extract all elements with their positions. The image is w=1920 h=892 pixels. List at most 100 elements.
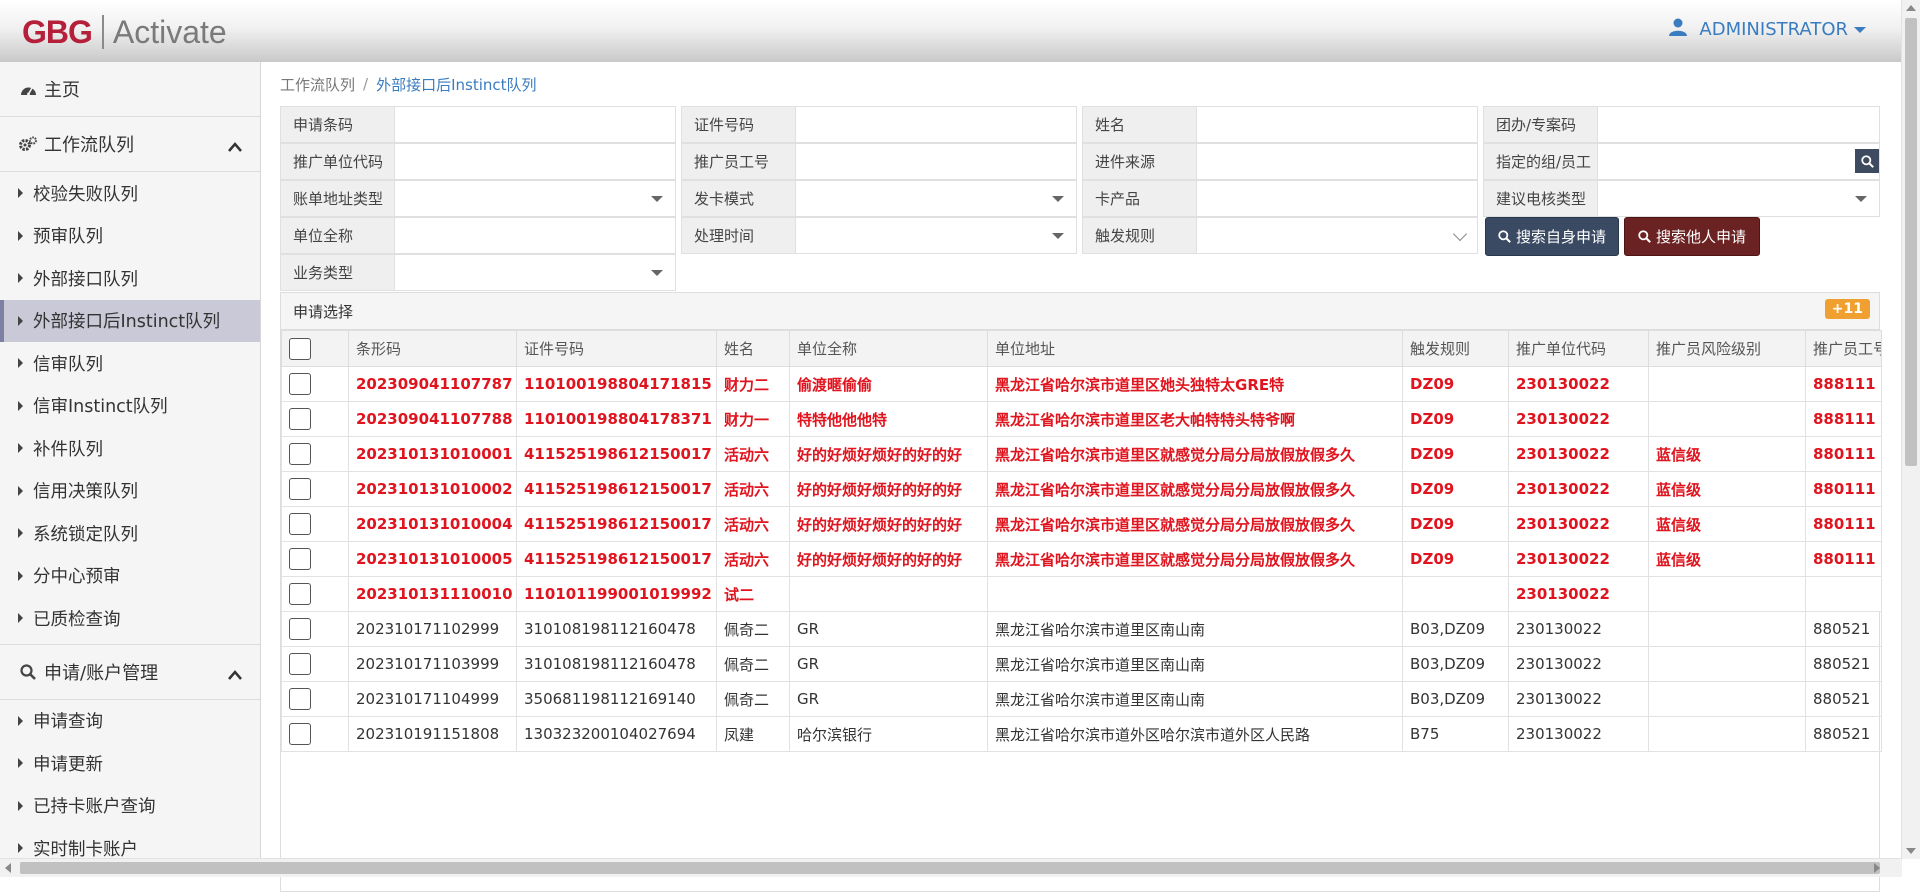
column-header[interactable]: 触发规则 — [1402, 330, 1509, 367]
row-checkbox[interactable] — [289, 723, 311, 745]
column-header[interactable]: 条形码 — [348, 330, 517, 367]
issue-mode-select[interactable] — [796, 181, 1076, 216]
table-cell: 特特他他他特 — [789, 401, 988, 437]
table-cell: 411525198612150017 — [516, 541, 717, 577]
table-cell — [1648, 611, 1806, 647]
row-checkbox[interactable] — [289, 548, 311, 570]
dropdown-arrow-icon — [1855, 196, 1867, 202]
sidebar-item-external-instinct[interactable]: 外部接口后Instinct队列 — [0, 299, 260, 342]
promo-unit-code-input[interactable] — [395, 144, 675, 179]
search-others-button[interactable]: 搜索他人申请 — [1624, 217, 1760, 256]
sidebar-item-branch-pre-review[interactable]: 分中心预审 — [0, 555, 260, 598]
table-cell: 财力一 — [716, 401, 790, 437]
scroll-right-arrow-icon[interactable] — [1874, 863, 1880, 873]
table-cell: 202309041107788 — [348, 401, 517, 437]
row-checkbox[interactable] — [289, 443, 311, 465]
application-barcode-input[interactable] — [395, 107, 675, 142]
column-header[interactable]: 姓名 — [716, 330, 790, 367]
sidebar-item-validation-failed[interactable]: 校验失败队列 — [0, 172, 260, 215]
row-checkbox[interactable] — [289, 373, 311, 395]
sidebar-item-home[interactable]: 主页 — [0, 62, 260, 117]
table-cell: 230130022 — [1508, 576, 1649, 612]
scroll-left-arrow-icon[interactable] — [5, 863, 11, 873]
vertical-scroll-thumb[interactable] — [1905, 18, 1917, 466]
company-name-input[interactable] — [395, 218, 675, 253]
sidebar-item-realtime-card[interactable]: 实时制卡账户 — [0, 827, 260, 859]
horizontal-scroll-thumb[interactable] — [20, 862, 1880, 874]
table-row[interactable]: 202310171103999 310108198112160478 佩奇二 GR 黑龙… — [281, 646, 1882, 682]
table-row[interactable]: 202310131010001 411525198612150017 活动六 好的好烦… — [281, 436, 1882, 472]
sidebar-item-credit-review[interactable]: 信审队列 — [0, 342, 260, 385]
table-cell: 230130022 — [1508, 436, 1649, 472]
field-verify-type: 建议电核类型 — [1483, 180, 1880, 217]
table-row[interactable]: 202310171102999 310108198112160478 佩奇二 GR 黑龙… — [281, 611, 1882, 647]
row-checkbox[interactable] — [289, 583, 311, 605]
sidebar-item-qc-query[interactable]: 已质检查询 — [0, 597, 260, 640]
table-row[interactable]: 202310171104999 350681198112169140 佩奇二 GR 黑龙… — [281, 681, 1882, 717]
caret-right-icon — [18, 273, 23, 284]
column-header[interactable]: 单位地址 — [987, 330, 1403, 367]
table-row[interactable]: 202310131010004 411525198612150017 活动六 好的好烦… — [281, 506, 1882, 542]
row-checkbox[interactable] — [289, 653, 311, 675]
assigned-group-input[interactable] — [1598, 144, 1879, 179]
table-cell: 110100198804178371 — [516, 401, 717, 437]
row-select-cell — [281, 471, 349, 507]
business-type-select[interactable] — [395, 255, 675, 290]
table-row[interactable]: 202310191151808 130323200104027694 凤建 哈尔滨银行… — [281, 716, 1882, 752]
process-time-select[interactable] — [796, 218, 1076, 253]
promoter-id-input[interactable] — [796, 144, 1076, 179]
source-input[interactable] — [1197, 144, 1477, 179]
sidebar-section-account[interactable]: 申请/账户管理 — [0, 643, 260, 700]
column-header[interactable]: 证件号码 — [516, 330, 717, 367]
search-self-button[interactable]: 搜索自身申请 — [1485, 217, 1619, 256]
caret-right-icon — [18, 188, 23, 199]
column-header[interactable]: 推广员风险级别 — [1648, 330, 1806, 367]
table-cell: 350681198112169140 — [516, 681, 717, 717]
row-checkbox[interactable] — [289, 688, 311, 710]
table-row[interactable]: 202309041107788 110100198804178371 财力一 特特他他… — [281, 401, 1882, 437]
sidebar-item-credit-instinct[interactable]: 信审Instinct队列 — [0, 385, 260, 428]
group-code-input[interactable] — [1598, 107, 1879, 142]
table-cell — [1805, 576, 1882, 612]
row-checkbox[interactable] — [289, 513, 311, 535]
field-assigned-group: 指定的组/员工 — [1483, 143, 1880, 180]
sidebar-item-cardholder-query[interactable]: 已持卡账户查询 — [0, 785, 260, 828]
scroll-down-arrow-icon[interactable] — [1906, 848, 1916, 854]
sidebar-item-supplement[interactable]: 补件队列 — [0, 427, 260, 470]
name-input[interactable] — [1197, 107, 1477, 142]
row-checkbox[interactable] — [289, 408, 311, 430]
column-header[interactable]: 推广单位代码 — [1508, 330, 1649, 367]
table-row[interactable]: 202310131010002 411525198612150017 活动六 好的好烦… — [281, 471, 1882, 507]
row-checkbox[interactable] — [289, 618, 311, 640]
breadcrumb-current[interactable]: 外部接口后Instinct队列 — [376, 74, 536, 95]
column-header[interactable]: 单位全称 — [789, 330, 988, 367]
breadcrumb-parent[interactable]: 工作流队列 — [280, 74, 355, 95]
user-menu[interactable]: ADMINISTRATOR — [1669, 18, 1866, 41]
id-number-input[interactable] — [796, 107, 1076, 142]
table-row[interactable]: 202310131110010 110101199001019992 试二 23013… — [281, 576, 1882, 612]
sidebar-item-external-interface[interactable]: 外部接口队列 — [0, 257, 260, 300]
field-label: 处理时间 — [682, 218, 796, 253]
card-product-input[interactable] — [1197, 181, 1477, 216]
sidebar-item-pre-review[interactable]: 预审队列 — [0, 215, 260, 258]
sidebar-item-credit-decision[interactable]: 信用决策队列 — [0, 470, 260, 513]
assigned-group-search-button[interactable] — [1855, 149, 1879, 173]
scroll-up-arrow-icon[interactable] — [1906, 5, 1916, 11]
table-row[interactable]: 202309041107787 110100198804171815 财力二 偷渡暱偷… — [281, 366, 1882, 402]
verify-type-select[interactable] — [1598, 181, 1879, 216]
table-cell: 黑龙江省哈尔滨市道里区就感觉分局分局放假放假多久 — [987, 471, 1403, 507]
vertical-scrollbar[interactable] — [1901, 0, 1920, 859]
bill-address-type-select[interactable] — [395, 181, 675, 216]
row-checkbox[interactable] — [289, 478, 311, 500]
horizontal-scrollbar[interactable] — [0, 858, 1902, 877]
field-card-product: 卡产品 — [1082, 180, 1478, 217]
sidebar-item-application-query[interactable]: 申请查询 — [0, 700, 260, 743]
sidebar-item-application-update[interactable]: 申请更新 — [0, 742, 260, 785]
trigger-rule-select[interactable] — [1197, 218, 1477, 253]
select-all-checkbox[interactable] — [289, 337, 311, 360]
button-label: 搜索他人申请 — [1655, 228, 1746, 246]
table-row[interactable]: 202310131010005 411525198612150017 活动六 好的好烦… — [281, 541, 1882, 577]
sidebar-item-system-lock[interactable]: 系统锁定队列 — [0, 512, 260, 555]
column-header[interactable]: 推广员工号 — [1805, 330, 1882, 367]
sidebar-section-workflow[interactable]: 工作流队列 — [0, 117, 260, 172]
